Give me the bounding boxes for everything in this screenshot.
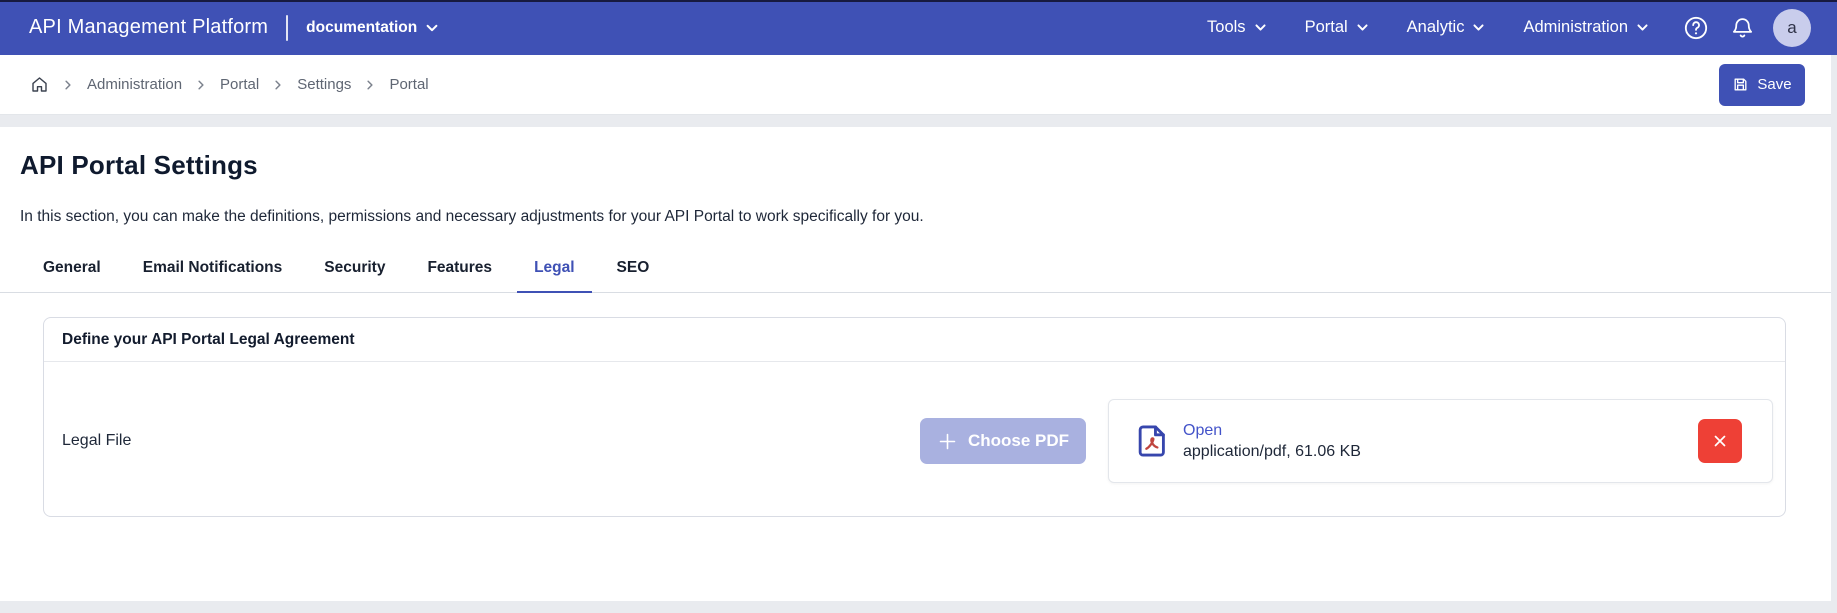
app-title: API Management Platform	[29, 16, 268, 39]
open-file-link[interactable]: Open	[1183, 422, 1361, 440]
nav-menu-label: Portal	[1305, 18, 1348, 37]
chevron-right-icon	[195, 79, 207, 91]
tab-security[interactable]: Security	[307, 247, 402, 293]
tab-legal[interactable]: Legal	[517, 247, 591, 293]
bell-icon[interactable]	[1727, 13, 1757, 43]
breadcrumb: Administration Portal Settings Portal	[29, 75, 429, 95]
file-text: Open application/pdf, 61.06 KB	[1183, 422, 1361, 461]
chevron-right-icon	[62, 79, 74, 91]
nav-menu-label: Analytic	[1407, 18, 1465, 37]
tab-seo[interactable]: SEO	[600, 247, 667, 293]
chevron-down-icon	[1356, 21, 1369, 34]
pdf-file-icon	[1134, 423, 1170, 459]
save-button-label: Save	[1757, 76, 1791, 93]
chevron-down-icon	[1254, 21, 1267, 34]
workspace-dropdown[interactable]: documentation	[306, 19, 439, 37]
tab-general[interactable]: General	[26, 247, 118, 293]
nav-menu-administration[interactable]: Administration	[1523, 18, 1649, 37]
chevron-right-icon	[272, 79, 284, 91]
breadcrumb-item-settings[interactable]: Settings	[297, 76, 351, 93]
breadcrumb-bar: Administration Portal Settings Portal Sa…	[0, 55, 1831, 115]
nav-menu-portal[interactable]: Portal	[1305, 18, 1369, 37]
home-icon[interactable]	[29, 75, 49, 95]
settings-tabs: General Email Notifications Security Fea…	[0, 247, 1831, 293]
file-meta: application/pdf, 61.06 KB	[1183, 443, 1361, 461]
brand-divider	[286, 15, 288, 41]
window-top-edge	[0, 0, 1837, 2]
nav-menu-tools[interactable]: Tools	[1207, 18, 1267, 37]
workspace-label: documentation	[306, 19, 417, 37]
breadcrumb-item-administration[interactable]: Administration	[87, 76, 182, 93]
chevron-down-icon	[1636, 21, 1649, 34]
user-avatar[interactable]: a	[1773, 9, 1811, 47]
uploaded-file-chip: Open application/pdf, 61.06 KB	[1108, 399, 1773, 483]
help-icon[interactable]	[1681, 13, 1711, 43]
remove-file-button[interactable]	[1698, 419, 1742, 463]
nav-menu-label: Administration	[1523, 18, 1628, 37]
legal-agreement-card: Define your API Portal Legal Agreement L…	[43, 317, 1786, 517]
chevron-down-icon	[425, 21, 439, 35]
upload-group: Choose PDF Open applic	[920, 399, 1773, 483]
page-description: In this section, you can make the defini…	[20, 208, 1811, 226]
nav-menu-analytic[interactable]: Analytic	[1407, 18, 1486, 37]
page-title: API Portal Settings	[20, 150, 1811, 181]
choose-pdf-label: Choose PDF	[968, 431, 1069, 451]
card-body: Legal File Choose PDF	[44, 362, 1785, 520]
save-button[interactable]: Save	[1719, 64, 1805, 106]
main-content: API Portal Settings In this section, you…	[0, 127, 1831, 601]
plus-icon	[937, 431, 958, 452]
chevron-down-icon	[1472, 21, 1485, 34]
legal-file-label: Legal File	[62, 432, 131, 450]
choose-pdf-button[interactable]: Choose PDF	[920, 418, 1086, 464]
close-icon	[1711, 432, 1729, 450]
tab-features[interactable]: Features	[410, 247, 509, 293]
breadcrumb-item-portal[interactable]: Portal	[220, 76, 259, 93]
avatar-letter: a	[1787, 18, 1796, 38]
breadcrumb-item-current: Portal	[389, 76, 428, 93]
card-header: Define your API Portal Legal Agreement	[44, 318, 1785, 362]
nav-menu-label: Tools	[1207, 18, 1246, 37]
tab-email-notifications[interactable]: Email Notifications	[126, 247, 300, 293]
save-icon	[1732, 76, 1749, 93]
top-navbar: API Management Platform documentation To…	[0, 0, 1837, 55]
chevron-right-icon	[364, 79, 376, 91]
file-info: Open application/pdf, 61.06 KB	[1134, 422, 1361, 461]
